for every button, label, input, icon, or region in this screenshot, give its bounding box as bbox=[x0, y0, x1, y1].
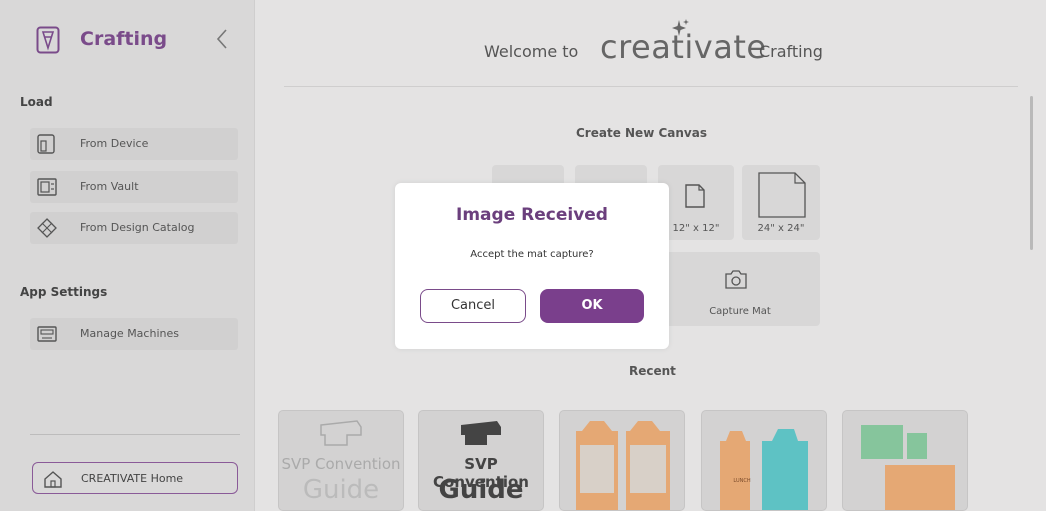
cancel-button[interactable]: Cancel bbox=[420, 289, 526, 323]
image-received-dialog: Image Received Accept the mat capture? C… bbox=[395, 183, 669, 349]
modal-overlay: Image Received Accept the mat capture? C… bbox=[0, 0, 1046, 511]
dialog-title: Image Received bbox=[456, 205, 608, 225]
ok-button[interactable]: OK bbox=[540, 289, 644, 323]
dialog-message: Accept the mat capture? bbox=[470, 249, 594, 260]
